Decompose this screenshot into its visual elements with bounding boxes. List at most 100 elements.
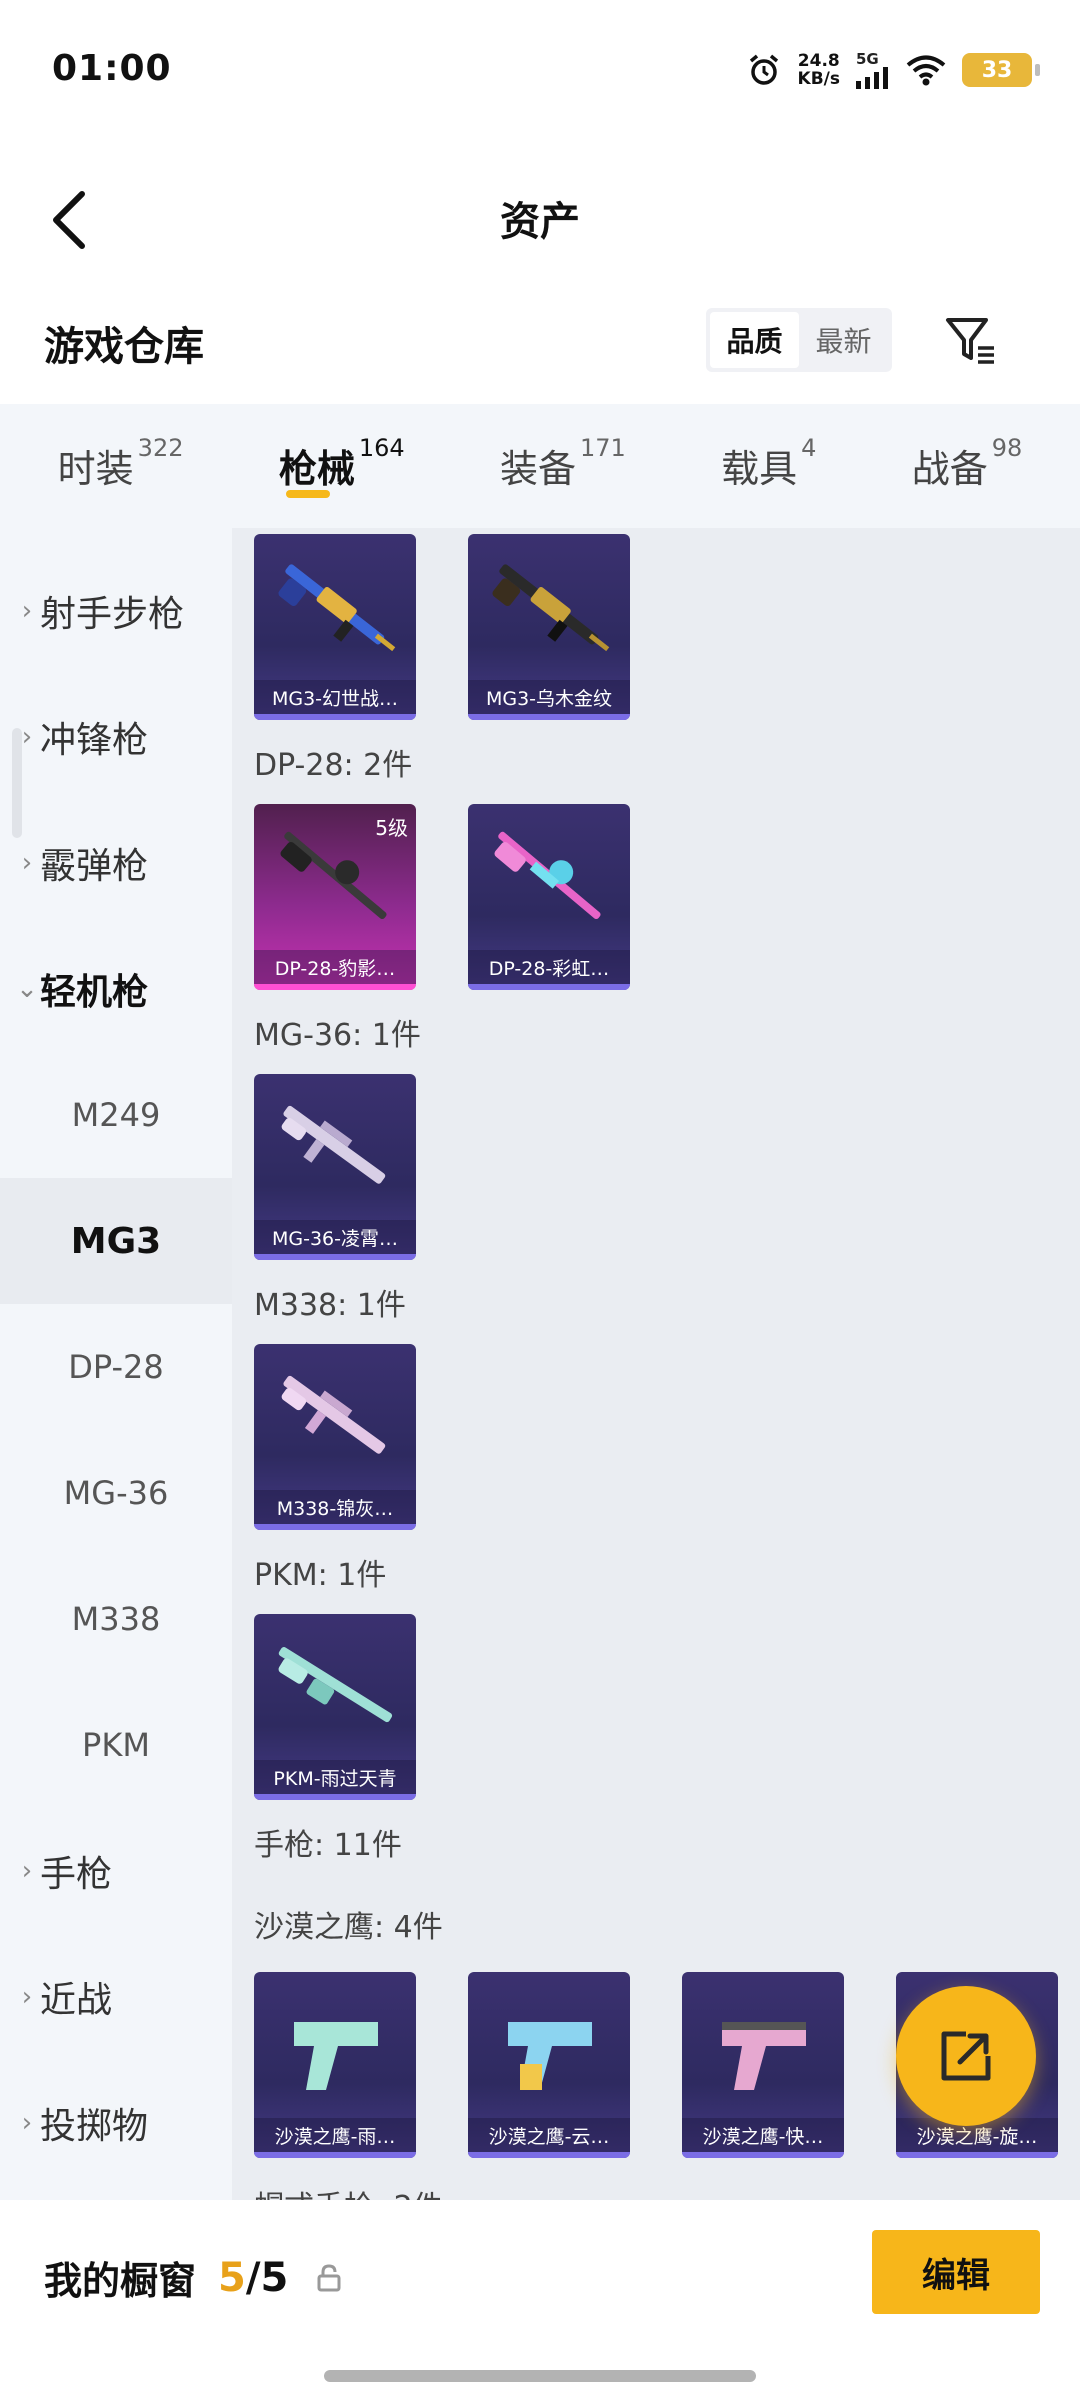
tab-label: 枪械 (278, 447, 355, 491)
section-title-dp28: DP-28: 2件 (254, 748, 413, 783)
tab-label: 时装 (57, 447, 134, 491)
status-bar: 01:00 24.8 KB/s 5G 33 (0, 0, 1080, 140)
item-name: M338-锦灰… (254, 1490, 416, 1524)
item-card[interactable]: PKM-雨过天青 (254, 1614, 416, 1800)
chevron-right-icon: › (21, 1856, 33, 1886)
tab-vehicles[interactable]: 载具 4 (721, 426, 816, 506)
sidebar-sub-mg36[interactable]: MG-36 (0, 1430, 232, 1556)
share-button[interactable] (896, 1986, 1036, 2126)
sidebar-item-marksman-rifle[interactable]: › 射手步枪 (0, 548, 232, 674)
weapon-image (722, 2022, 806, 2090)
sort-latest-button[interactable]: 最新 (799, 312, 888, 368)
sidebar-sub-dp28[interactable]: DP-28 (0, 1304, 232, 1430)
sidebar-item-throwable[interactable]: › 投掷物 (0, 2060, 232, 2186)
showcase-row: 我的橱窗 5/5 (44, 2250, 344, 2305)
chevron-right-icon: › (21, 1982, 33, 2012)
rarity-bar (254, 1524, 416, 1530)
lock-icon[interactable] (314, 2263, 344, 2293)
item-card[interactable]: MG3-幻世战… (254, 534, 416, 720)
warehouse-title: 游戏仓库 (44, 324, 204, 370)
status-time: 01:00 (52, 48, 172, 89)
chevron-right-icon: › (21, 2108, 33, 2138)
item-card[interactable]: 沙漠之鹰-快… (682, 1972, 844, 2158)
weapon-image (281, 1375, 386, 1454)
chevron-right-icon: › (21, 848, 33, 878)
item-grid[interactable]: MG3-幻世战… MG3-乌木金纹 DP-28: 2件 5级 DP-28-豹影… (232, 528, 1080, 2200)
sidebar-sub-m338[interactable]: M338 (0, 1556, 232, 1682)
rarity-bar (468, 2152, 630, 2158)
active-tab-indicator (285, 490, 330, 498)
net-speed-unit: KB/s (797, 69, 840, 89)
tab-firearms[interactable]: 枪械 164 (279, 426, 405, 506)
home-indicator[interactable] (324, 2370, 756, 2382)
sidebar-sub-m249[interactable]: M249 (0, 1052, 232, 1178)
rarity-bar (254, 1254, 416, 1260)
item-card[interactable]: 沙漠之鹰-雨… (254, 1972, 416, 2158)
showcase-separator: / (245, 2254, 261, 2301)
tab-count: 4 (801, 434, 817, 462)
chevron-right-icon: › (21, 596, 33, 626)
signal-group: 5G (856, 49, 890, 89)
weapon-image (494, 831, 601, 920)
tab-count: 98 (991, 434, 1023, 462)
battery-icon: 33 (962, 53, 1040, 87)
weapon-image (294, 2022, 378, 2090)
sidebar-item-melee[interactable]: › 近战 (0, 1934, 232, 2060)
sidebar-item-smg[interactable]: › 冲锋枪 (0, 674, 232, 800)
item-card[interactable]: MG-36-凌霄… (254, 1074, 416, 1260)
sidebar-item-pistol[interactable]: › 手枪 (0, 1808, 232, 1934)
tab-count: 171 (579, 434, 626, 462)
net-speed: 24.8 KB/s (798, 52, 840, 88)
item-name: DP-28-彩虹… (468, 950, 630, 984)
rarity-bar (896, 2152, 1058, 2158)
rarity-bar (254, 984, 416, 990)
sidebar-item-lmg[interactable]: ⌄ 轻机枪 (0, 926, 232, 1052)
item-name: 沙漠之鹰-快… (682, 2118, 844, 2152)
net-speed-value: 24.8 (797, 51, 840, 71)
chevron-down-icon: ⌄ (16, 974, 38, 1004)
bottom-bar: 我的橱窗 5/5 编辑 (0, 2200, 1080, 2400)
item-card[interactable]: MG3-乌木金纹 (468, 534, 630, 720)
sidebar-item-label: 射手步枪 (40, 594, 185, 635)
weapon-image (508, 2022, 592, 2090)
item-card[interactable]: 5级 DP-28-豹影… (254, 804, 416, 990)
sidebar-item-label: 冲锋枪 (40, 720, 149, 761)
weapon-image (280, 831, 387, 920)
item-card[interactable]: M338-锦灰… (254, 1344, 416, 1530)
section-title-pistol: 手枪: 11件 (254, 1828, 402, 1863)
chevron-right-icon: › (21, 722, 33, 752)
edit-button[interactable]: 编辑 (872, 2230, 1040, 2314)
tab-equipment[interactable]: 装备 171 (500, 426, 626, 506)
item-name: MG3-幻世战… (254, 680, 416, 714)
sidebar-item-label: 霰弹枪 (40, 846, 149, 887)
item-card[interactable]: DP-28-彩虹… (468, 804, 630, 990)
sidebar-item-label: 手枪 (40, 1854, 113, 1895)
sidebar-sub-pkm[interactable]: PKM (0, 1682, 232, 1808)
sidebar-item-shotgun[interactable]: › 霰弹枪 (0, 800, 232, 926)
sort-quality-button[interactable]: 品质 (710, 312, 799, 368)
tab-label: 载具 (721, 447, 798, 491)
warehouse-row: 游戏仓库 品质 最新 (0, 300, 1080, 400)
item-name: 沙漠之鹰-雨… (254, 2118, 416, 2152)
item-name: MG-36-凌霄… (254, 1220, 416, 1254)
tab-count: 322 (137, 434, 184, 462)
filter-icon (946, 318, 994, 364)
share-icon (941, 2031, 991, 2081)
filter-button[interactable] (940, 310, 1000, 370)
network-type: 5G (856, 49, 879, 68)
sidebar-sub-mg3[interactable]: MG3 (0, 1178, 232, 1304)
alarm-icon (749, 54, 778, 85)
tab-fashion[interactable]: 时装 322 (58, 426, 184, 506)
sidebar-item-label: 投掷物 (40, 2106, 149, 2147)
section-title-desert-eagle: 沙漠之鹰: 4件 (254, 1910, 443, 1945)
tab-supplies[interactable]: 战备 98 (912, 426, 1023, 506)
weapon-image (492, 564, 610, 652)
tab-label: 装备 (499, 447, 576, 491)
status-icons: 24.8 KB/s 5G 33 (746, 46, 1040, 94)
sidebar-item-label: 近战 (40, 1980, 113, 2021)
tab-count: 164 (358, 434, 405, 462)
weapon-image (278, 564, 396, 652)
weapon-sidebar[interactable]: › 射手步枪 › 冲锋枪 › 霰弹枪 ⌄ 轻机枪 M249 MG3 DP-28 … (0, 528, 232, 2200)
item-card[interactable]: 沙漠之鹰-云… (468, 1972, 630, 2158)
rarity-bar (254, 714, 416, 720)
